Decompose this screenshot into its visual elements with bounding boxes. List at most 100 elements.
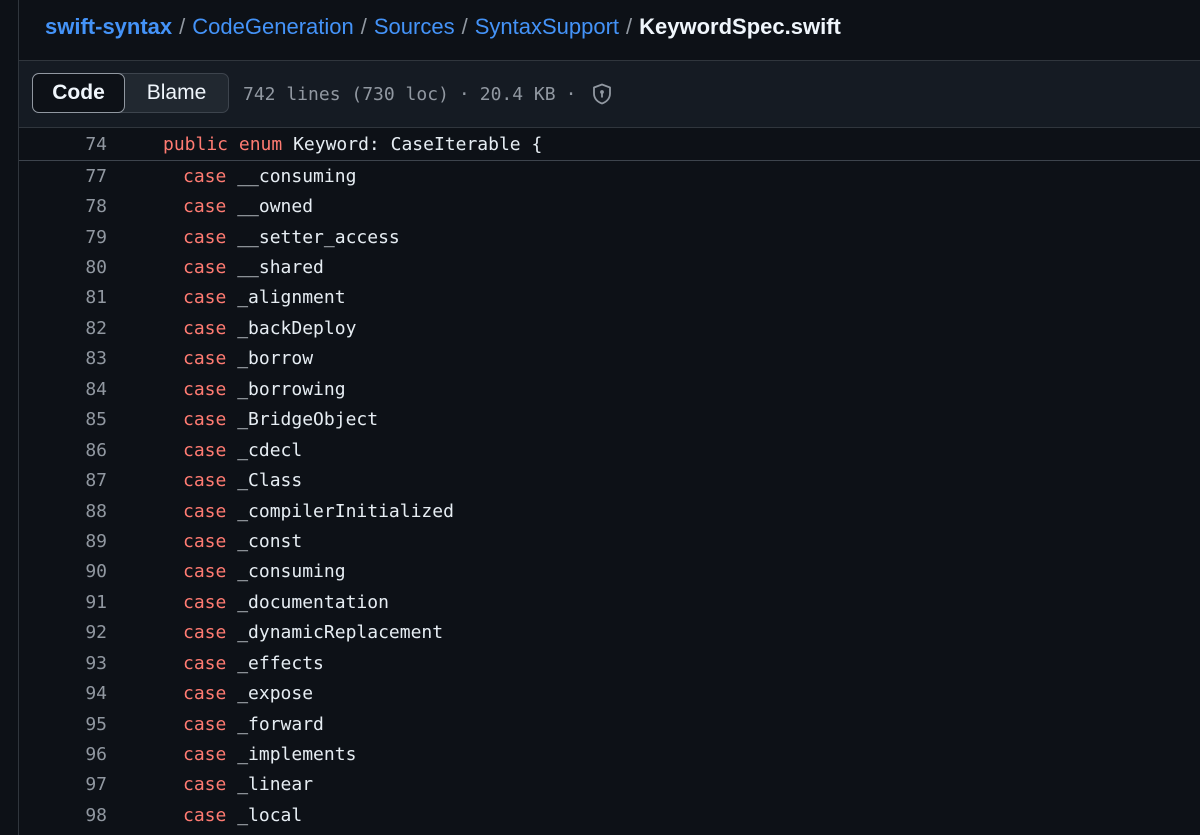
code-line: 78 case __owned: [19, 191, 1200, 221]
line-number[interactable]: 96: [19, 744, 107, 765]
breadcrumb-codegeneration-link[interactable]: CodeGeneration: [192, 14, 353, 40]
line-number[interactable]: 74: [19, 134, 107, 155]
line-number[interactable]: 89: [19, 531, 107, 552]
case-identifier: _consuming: [237, 561, 346, 583]
code-text: case _borrow: [183, 348, 313, 369]
case-identifier: __setter_access: [237, 226, 400, 248]
breadcrumb-syntaxsupport-link[interactable]: SyntaxSupport: [475, 14, 619, 40]
code-text: case __setter_access: [183, 227, 400, 248]
breadcrumb-sources-link[interactable]: Sources: [374, 14, 455, 40]
case-identifier: _local: [237, 804, 303, 826]
file-info: 742 lines (730 loc) · 20.4 KB ·: [243, 80, 614, 108]
line-number[interactable]: 87: [19, 470, 107, 491]
code-text: case _implements: [183, 744, 356, 765]
case-identifier: _alignment: [237, 287, 346, 309]
case-identifier: _borrow: [237, 348, 314, 370]
code-line: 92 case _dynamicReplacement: [19, 618, 1200, 648]
case-identifier: _backDeploy: [237, 317, 357, 339]
code-line: 88 case _compilerInitialized: [19, 496, 1200, 526]
code-text: case _expose: [183, 683, 313, 704]
keyword-case: case: [183, 196, 227, 218]
line-number[interactable]: 80: [19, 257, 107, 278]
case-identifier: _linear: [237, 774, 314, 796]
keyword-case: case: [183, 317, 227, 339]
code-text: case __shared: [183, 257, 324, 278]
code-text: case __consuming: [183, 166, 356, 187]
code-line: 83 case _borrow: [19, 344, 1200, 374]
code-line: 94 case _expose: [19, 678, 1200, 708]
line-number[interactable]: 78: [19, 196, 107, 217]
keyword-case: case: [183, 378, 227, 400]
breadcrumb-current-file: KeywordSpec.swift: [639, 14, 841, 39]
code-text: case _Class: [183, 470, 302, 491]
case-identifier: _implements: [237, 744, 357, 766]
line-number[interactable]: 79: [19, 227, 107, 248]
case-identifier: _borrowing: [237, 378, 346, 400]
case-identifier: _cdecl: [237, 439, 303, 461]
code-view: 74 public enum Keyword: CaseIterable { 7…: [19, 128, 1200, 831]
code-lines: 77 case __consuming 78 case __owned 79 case _…: [19, 161, 1200, 831]
line-number[interactable]: 94: [19, 683, 107, 704]
keyword-case: case: [183, 165, 227, 187]
keyword-case: case: [183, 287, 227, 309]
info-separator: ·: [565, 83, 577, 105]
keyword-case: case: [183, 439, 227, 461]
code-text: case _alignment: [183, 287, 346, 308]
keyword-case: case: [183, 500, 227, 522]
line-number[interactable]: 97: [19, 774, 107, 795]
breadcrumb-separator: /: [179, 14, 186, 39]
line-number[interactable]: 91: [19, 592, 107, 613]
keyword-case: case: [183, 226, 227, 248]
keyword-case: case: [183, 257, 227, 279]
keyword-case: case: [183, 744, 227, 766]
code-text: case __owned: [183, 196, 313, 217]
line-number[interactable]: 77: [19, 166, 107, 187]
keyword-case: case: [183, 530, 227, 552]
line-number[interactable]: 93: [19, 653, 107, 674]
sticky-scope-header[interactable]: 74 public enum Keyword: CaseIterable {: [19, 128, 1200, 161]
case-identifier: _compilerInitialized: [237, 500, 454, 522]
code-tab-button[interactable]: Code: [32, 73, 125, 113]
code-text: case _local: [183, 805, 302, 826]
line-number[interactable]: 86: [19, 440, 107, 461]
code-text: case _compilerInitialized: [183, 501, 454, 522]
keyword-case: case: [183, 470, 227, 492]
keyword-case: case: [183, 561, 227, 583]
line-number[interactable]: 95: [19, 714, 107, 735]
code-text: case _effects: [183, 653, 324, 674]
code-line: 87 case _Class: [19, 465, 1200, 495]
line-number[interactable]: 83: [19, 348, 107, 369]
keyword-case: case: [183, 622, 227, 644]
code-line: 91 case _documentation: [19, 587, 1200, 617]
keyword-case: case: [183, 774, 227, 796]
code-line: 86 case _cdecl: [19, 435, 1200, 465]
enum-declaration: Keyword: CaseIterable {: [282, 133, 543, 155]
line-number[interactable]: 92: [19, 622, 107, 643]
shield-lock-icon[interactable]: [590, 82, 614, 106]
case-identifier: _forward: [237, 713, 324, 735]
line-number[interactable]: 98: [19, 805, 107, 826]
keyword-enum: enum: [238, 133, 283, 155]
breadcrumb-repo-link[interactable]: swift-syntax: [45, 14, 172, 40]
blame-tab-button[interactable]: Blame: [125, 74, 228, 112]
line-number[interactable]: 85: [19, 409, 107, 430]
line-number[interactable]: 90: [19, 561, 107, 582]
line-number[interactable]: 82: [19, 318, 107, 339]
file-size: 20.4 KB: [479, 83, 556, 105]
case-identifier: _dynamicReplacement: [237, 622, 444, 644]
code-line: 90 case _consuming: [19, 557, 1200, 587]
code-text: case _backDeploy: [183, 318, 356, 339]
breadcrumb: swift-syntax / CodeGeneration / Sources …: [45, 11, 841, 43]
code-line: 98 case _local: [19, 800, 1200, 830]
line-number[interactable]: 84: [19, 379, 107, 400]
keyword-case: case: [183, 713, 227, 735]
code-text: case _const: [183, 531, 302, 552]
line-number[interactable]: 88: [19, 501, 107, 522]
code-line: 89 case _const: [19, 526, 1200, 556]
code-line: 96 case _implements: [19, 739, 1200, 769]
case-identifier: _effects: [237, 652, 324, 674]
case-identifier: _documentation: [237, 591, 389, 613]
line-number[interactable]: 81: [19, 287, 107, 308]
case-identifier: _expose: [237, 683, 314, 705]
code-text: case _forward: [183, 714, 324, 735]
